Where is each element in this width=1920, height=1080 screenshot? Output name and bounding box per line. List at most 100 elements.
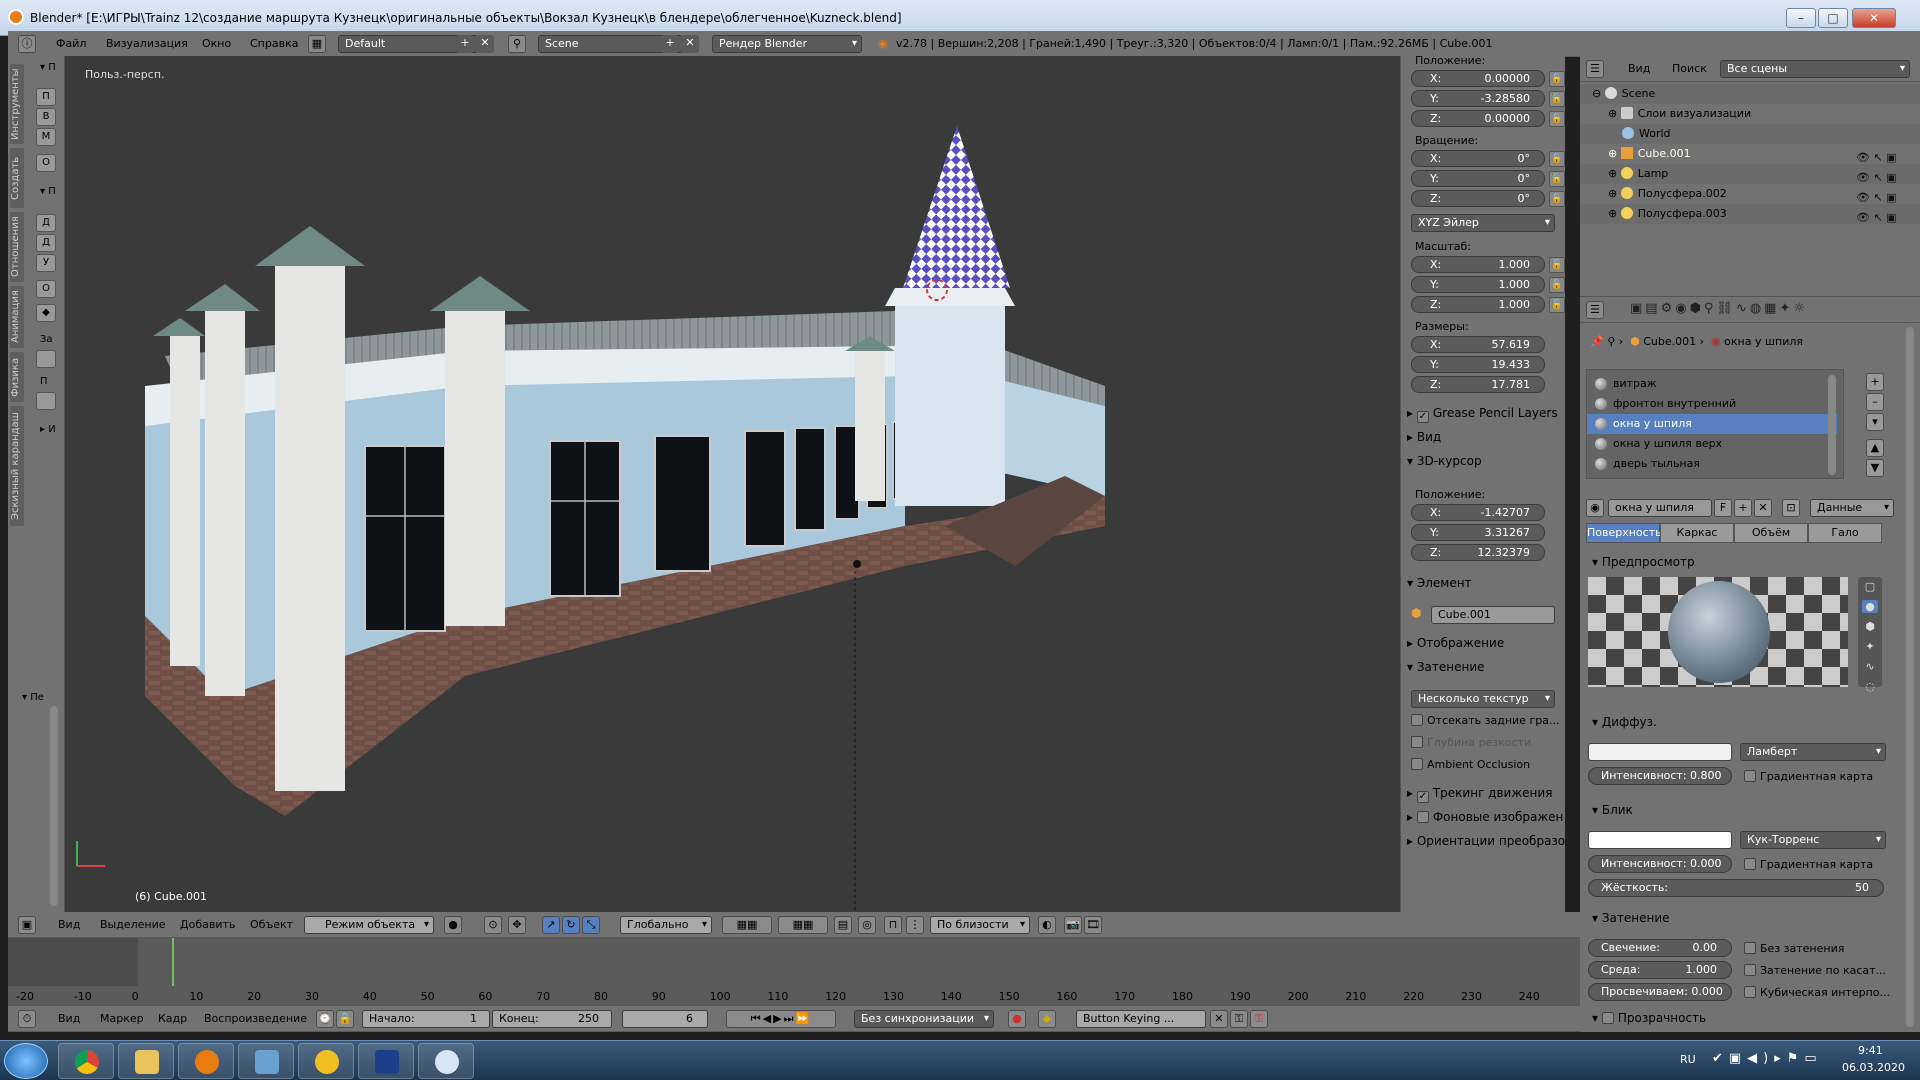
rotation-y-field[interactable]: Y: 0° xyxy=(1411,170,1545,187)
grease-pencil-checkbox[interactable]: ✓ xyxy=(1416,411,1429,423)
section-shading[interactable]: ▾ Затенение xyxy=(1592,911,1670,925)
dimension-z-field[interactable]: Z: 17.781 xyxy=(1411,376,1545,393)
cubic-checkbox[interactable] xyxy=(1744,986,1756,998)
scale-y-field[interactable]: Y: 1.000 xyxy=(1411,276,1545,293)
section-specular[interactable]: ▾ Блик xyxy=(1592,803,1633,817)
slot-remove-icon[interactable]: – xyxy=(1866,393,1884,411)
background-images-checkbox[interactable] xyxy=(1416,811,1429,823)
link-data-select[interactable]: Данные xyxy=(1810,499,1894,517)
layout-remove-icon[interactable]: ✕ xyxy=(476,35,494,53)
diffuse-ramp-checkbox[interactable] xyxy=(1744,770,1756,782)
rotation-mode-select[interactable]: XYZ Эйлер xyxy=(1411,214,1555,232)
ambient-field[interactable]: Среда: 1.000 xyxy=(1588,961,1732,979)
tool-button[interactable]: У xyxy=(36,254,56,272)
lock-icon[interactable]: 🔓 xyxy=(1549,297,1565,313)
menu-select[interactable]: Выделение xyxy=(100,918,166,931)
tab-tools[interactable]: Инструменты xyxy=(10,64,24,144)
scene-icon[interactable]: ⚲ xyxy=(508,35,526,53)
taskbar-paint[interactable] xyxy=(418,1043,474,1079)
taskbar-photoshop[interactable] xyxy=(358,1043,414,1079)
keying-clear-icon[interactable]: ✕ xyxy=(1210,1010,1228,1028)
slot-down-icon[interactable]: ▼ xyxy=(1866,459,1884,477)
tab-create[interactable]: Создать xyxy=(10,148,24,208)
tangent-checkbox[interactable] xyxy=(1744,964,1756,976)
motion-tracking-checkbox[interactable]: ✓ xyxy=(1416,791,1429,803)
close-button[interactable]: ✕ xyxy=(1852,8,1896,28)
lock-icon[interactable]: 🔓 xyxy=(1549,91,1565,107)
outliner-filter-select[interactable]: Все сцены xyxy=(1720,60,1910,78)
tool-button[interactable] xyxy=(36,392,56,410)
delete-key-icon[interactable]: ⚿ xyxy=(1250,1010,1268,1028)
keying-set-field[interactable]: Button Keying ... xyxy=(1076,1010,1206,1028)
section-background-images[interactable]: ▸ Фоновые изображен xyxy=(1407,810,1563,824)
dimension-y-field[interactable]: Y: 19.433 xyxy=(1411,356,1545,373)
playback-controls-icon[interactable]: ⏮◀▶⏭⏩ xyxy=(726,1010,836,1028)
tab-animation[interactable]: Анимация xyxy=(10,286,24,348)
render-anim-icon[interactable]: 🎞 xyxy=(1084,916,1102,934)
taskbar-trainz[interactable] xyxy=(298,1043,354,1079)
dof-option[interactable]: Глубина резкости xyxy=(1411,736,1531,749)
timeline[interactable]: -20 -10 0 10 20 30 40 50 60 70 80 90 100 110 120 130 140… xyxy=(8,938,1580,1013)
specular-shader-select[interactable]: Кук-Торренс xyxy=(1740,831,1886,849)
minimize-button[interactable]: – xyxy=(1786,8,1816,28)
layers-icon[interactable]: ▦▦ xyxy=(778,916,828,934)
proportional-icon[interactable]: ◎ xyxy=(858,916,876,934)
outliner-item-render-layers[interactable]: ⊕ Слои визуализации xyxy=(1580,104,1920,124)
section-motion-tracking[interactable]: ▸ ✓ Трекинг движения xyxy=(1407,786,1552,803)
tool-button[interactable]: ◆ xyxy=(36,304,56,322)
list-item[interactable]: окна у шпиля верх xyxy=(1587,434,1837,454)
backface-option[interactable]: Отсекать задние гра... xyxy=(1411,714,1559,727)
pivot-icon[interactable]: ⊙ xyxy=(484,916,502,934)
scene-remove-icon[interactable]: ✕ xyxy=(681,35,699,53)
tool-button[interactable]: М xyxy=(36,128,56,146)
editor-type-icon[interactable]: ⏱ xyxy=(18,1010,36,1028)
dof-checkbox[interactable] xyxy=(1411,736,1423,748)
section-shading[interactable]: ▾ Затенение xyxy=(1407,660,1485,674)
list-item[interactable]: витраж xyxy=(1587,374,1837,394)
slot-up-icon[interactable]: ▲ xyxy=(1866,439,1884,457)
section-diffuse[interactable]: ▾ Диффуз. xyxy=(1592,715,1657,729)
specular-ramp-checkbox[interactable] xyxy=(1744,858,1756,870)
lock-icon[interactable]: 🔓 xyxy=(1549,151,1565,167)
editor-type-icon[interactable]: ☰ xyxy=(1586,301,1604,319)
menu-add[interactable]: Добавить xyxy=(180,918,235,931)
section-grease-pencil[interactable]: ▸ ✓ Grease Pencil Layers xyxy=(1407,406,1558,423)
render-engine-select[interactable]: Рендер Blender xyxy=(712,35,862,53)
viewport-shading-icon[interactable]: ● xyxy=(444,916,462,934)
lock-icon[interactable]: 🔓 xyxy=(1549,111,1565,127)
snap-align-icon[interactable]: ◐ xyxy=(1038,916,1056,934)
section-transparency[interactable]: ▾ Прозрачность xyxy=(1592,1011,1706,1025)
emit-field[interactable]: Свечение: 0.00 xyxy=(1588,939,1732,957)
sync-mode-select[interactable]: Без синхронизации xyxy=(854,1010,994,1028)
orientation-select[interactable]: Глобально xyxy=(620,916,712,934)
node-icon[interactable]: ⊡ xyxy=(1782,499,1800,517)
menu-help[interactable]: Справка xyxy=(250,37,298,50)
diffuse-color-swatch[interactable] xyxy=(1588,743,1732,761)
lock-icon[interactable]: 🔓 xyxy=(1549,257,1565,273)
record-icon[interactable]: ● xyxy=(1008,1010,1026,1028)
tray-icons[interactable]: ✔▣◀)▸⚑▭ xyxy=(1712,1051,1823,1066)
visibility-eye-icon[interactable]: 👁 ↖ ▣ 👁 ↖ ▣ 👁 ↖ ▣ 👁 ↖ ▣ xyxy=(1856,148,1897,228)
list-item[interactable]: дверь тыльная xyxy=(1587,454,1837,474)
render-layer-icon[interactable]: ▤ xyxy=(834,916,852,934)
layout-add-icon[interactable]: + xyxy=(456,35,474,53)
tool-button[interactable]: Д xyxy=(36,214,56,232)
language-indicator[interactable]: RU xyxy=(1680,1053,1696,1066)
shading-mode-select[interactable]: Несколько текстур xyxy=(1411,690,1555,708)
3d-viewport[interactable]: Польз.-персп. (6) Cube.001 xyxy=(65,56,1400,912)
tool-button[interactable]: О xyxy=(36,280,56,298)
maximize-button[interactable]: □ xyxy=(1818,8,1848,28)
lock-icon[interactable]: 🔓 xyxy=(1549,71,1565,87)
scale-z-field[interactable]: Z: 1.000 xyxy=(1411,296,1545,313)
tool-button[interactable]: Д xyxy=(36,234,56,252)
tool-button[interactable]: В xyxy=(36,108,56,126)
tab-wire[interactable]: Каркас xyxy=(1660,523,1734,543)
section-view[interactable]: ▸ Вид xyxy=(1407,430,1441,444)
tool-button[interactable] xyxy=(36,350,56,368)
slot-menu-icon[interactable]: ▾ xyxy=(1866,413,1884,431)
scale-icon[interactable]: ⤡ xyxy=(582,916,600,934)
location-x-field[interactable]: X: 0.00000 xyxy=(1411,70,1545,87)
lock-icon[interactable]: 🔓 xyxy=(1549,277,1565,293)
clock-time[interactable]: 9:41 xyxy=(1858,1044,1883,1057)
scale-x-field[interactable]: X: 1.000 xyxy=(1411,256,1545,273)
